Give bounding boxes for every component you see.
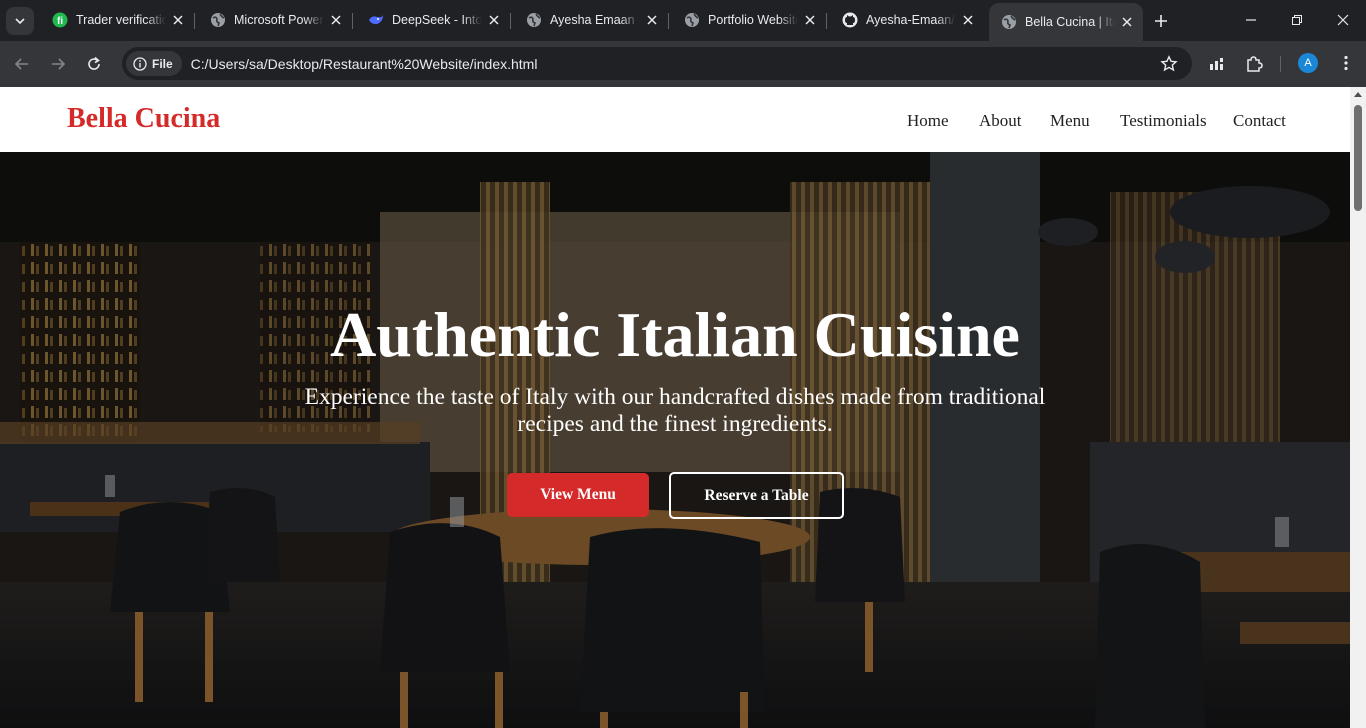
site-info-chip[interactable]: File	[126, 51, 182, 76]
tab-separator	[510, 13, 511, 29]
tab-strip: fi Trader verification Microsoft Power D…	[0, 0, 1366, 41]
restaurant-interior-image	[0, 152, 1350, 728]
close-window-button[interactable]	[1320, 0, 1366, 40]
hero-subtitle: Experience the taste of Italy with our h…	[304, 384, 1046, 437]
tab-title: DeepSeek - Into	[392, 13, 482, 27]
globe-icon	[684, 12, 700, 28]
tab-separator	[668, 13, 669, 29]
hero-section: Authentic Italian Cuisine Experience the…	[0, 152, 1350, 728]
tab-deepseek[interactable]: DeepSeek - Into	[356, 5, 511, 35]
nav-about[interactable]: About	[979, 111, 1022, 131]
scroll-up-arrow-icon[interactable]	[1354, 91, 1362, 97]
page-scrollbar[interactable]	[1350, 87, 1366, 728]
scrollbar-thumb[interactable]	[1354, 105, 1362, 211]
green-app-icon: fi	[52, 12, 68, 28]
tab-title: Trader verification	[76, 13, 166, 27]
tab-microsoft-power[interactable]: Microsoft Power	[198, 5, 353, 35]
globe-icon	[1001, 14, 1017, 30]
tab-trader-verification[interactable]: fi Trader verification	[40, 5, 195, 35]
browser-toolbar: File C:/Users/sa/Desktop/Restaurant%20We…	[0, 41, 1366, 87]
url-text[interactable]: C:/Users/sa/Desktop/Restaurant%20Website…	[191, 56, 538, 72]
tab-title: Microsoft Power	[234, 13, 324, 27]
hero-title: Authentic Italian Cuisine	[330, 299, 1020, 370]
globe-icon	[526, 12, 542, 28]
tab-portfolio-website[interactable]: Portfolio Website	[672, 5, 827, 35]
tab-separator	[352, 13, 353, 29]
close-icon[interactable]	[802, 12, 818, 28]
chevron-down-icon	[15, 18, 25, 25]
toolbar-separator	[1280, 56, 1281, 72]
svg-text:fi: fi	[57, 16, 63, 27]
page-viewport: Bella Cucina Home About Menu Testimonial…	[0, 87, 1366, 728]
forward-button[interactable]	[44, 50, 72, 78]
info-icon	[133, 56, 147, 71]
site-header: Bella Cucina Home About Menu Testimonial…	[0, 87, 1350, 152]
restore-icon	[1292, 15, 1302, 25]
restore-button[interactable]	[1274, 0, 1320, 40]
profile-avatar[interactable]: A	[1298, 53, 1318, 73]
close-icon[interactable]	[644, 12, 660, 28]
close-icon[interactable]	[328, 12, 344, 28]
arrow-right-icon	[52, 58, 66, 70]
plus-icon	[1155, 15, 1167, 27]
close-icon	[1337, 14, 1349, 26]
tab-title: Ayesha Emaan -	[550, 13, 640, 27]
back-button[interactable]	[8, 50, 36, 78]
view-menu-button[interactable]: View Menu	[507, 473, 649, 517]
minimize-icon	[1246, 19, 1256, 21]
address-bar[interactable]: File C:/Users/sa/Desktop/Restaurant%20We…	[122, 47, 1192, 80]
tab-title: Bella Cucina | Ita	[1025, 15, 1115, 29]
reload-button[interactable]	[80, 50, 108, 78]
nav-home[interactable]: Home	[907, 111, 949, 131]
minimize-button[interactable]	[1228, 0, 1274, 40]
nav-menu[interactable]: Menu	[1050, 111, 1090, 131]
close-icon[interactable]	[1119, 14, 1135, 30]
github-icon	[842, 12, 858, 28]
extension-tool-icon[interactable]	[1206, 53, 1228, 75]
nav-contact[interactable]: Contact	[1233, 111, 1286, 131]
scheme-label: File	[152, 56, 173, 71]
close-icon[interactable]	[170, 12, 186, 28]
tab-bella-cucina[interactable]: Bella Cucina | Ita	[989, 3, 1143, 41]
extensions-puzzle-icon[interactable]	[1243, 53, 1265, 75]
tab-github[interactable]: Ayesha-Emaan/C	[830, 5, 984, 35]
brand-logo[interactable]: Bella Cucina	[67, 103, 220, 135]
deepseek-whale-icon	[368, 12, 384, 28]
tab-separator	[194, 13, 195, 29]
reload-icon	[88, 56, 100, 70]
reserve-table-button[interactable]: Reserve a Table	[669, 472, 844, 519]
close-icon[interactable]	[960, 12, 976, 28]
arrow-left-icon	[14, 58, 28, 70]
tab-ayesha-emaan[interactable]: Ayesha Emaan -	[514, 5, 669, 35]
bookmark-star-icon[interactable]	[1160, 55, 1178, 73]
more-menu-icon[interactable]	[1336, 52, 1356, 74]
tab-title: Ayesha-Emaan/C	[866, 13, 956, 27]
globe-icon	[210, 12, 226, 28]
close-icon[interactable]	[486, 12, 502, 28]
tab-title: Portfolio Website	[708, 13, 798, 27]
tab-separator	[826, 13, 827, 29]
tab-search-button[interactable]	[6, 7, 34, 35]
new-tab-button[interactable]	[1150, 10, 1172, 32]
nav-testimonials[interactable]: Testimonials	[1120, 111, 1207, 131]
